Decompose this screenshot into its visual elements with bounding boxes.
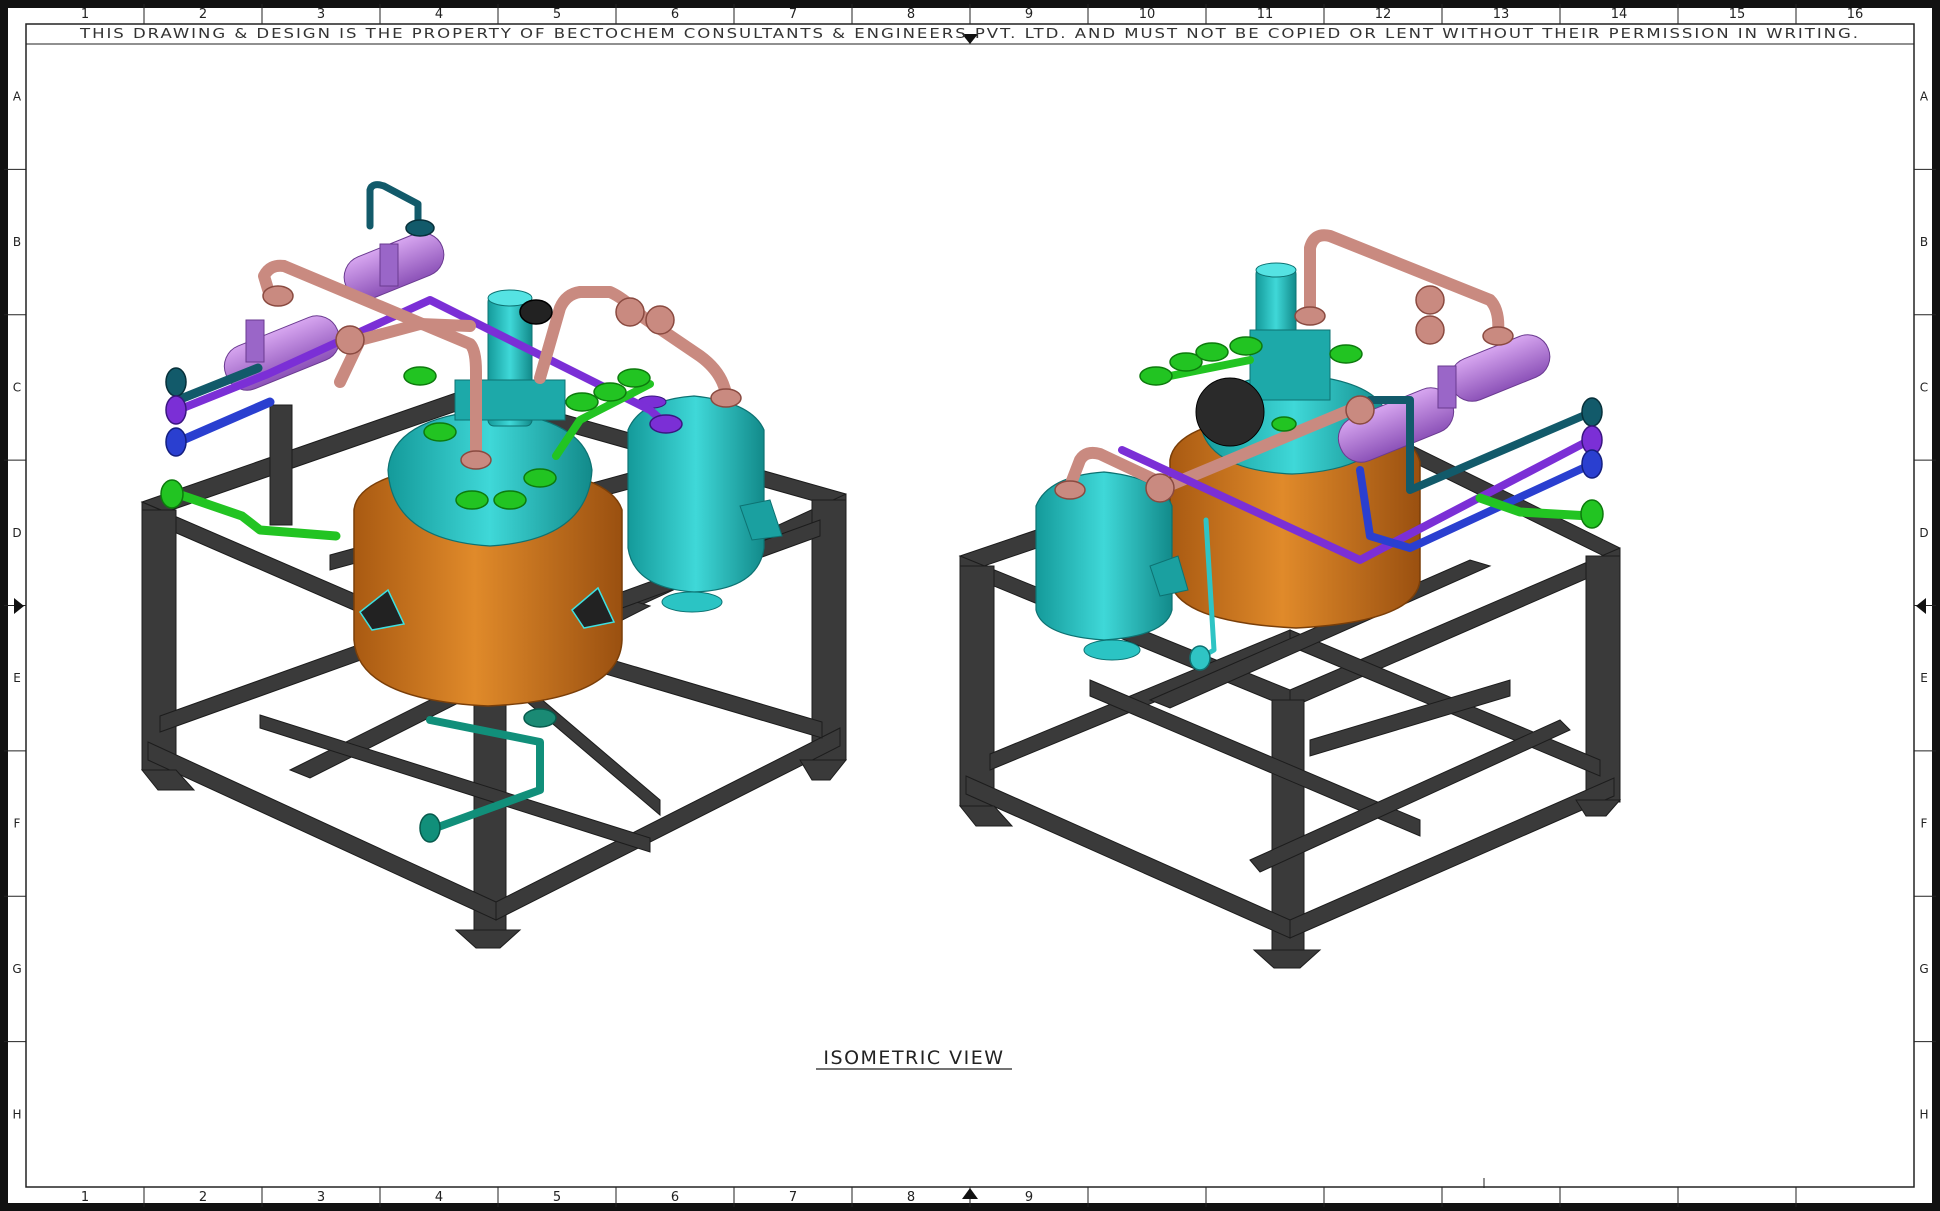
- row-label-right: G: [1919, 962, 1928, 976]
- view-label: ISOMETRIC VIEW: [823, 1047, 1004, 1069]
- row-label-left: G: [12, 962, 21, 976]
- column-label: 3: [317, 1190, 325, 1205]
- column-label: 1: [81, 7, 89, 22]
- column-label: 8: [907, 7, 915, 22]
- column-label: 13: [1493, 7, 1510, 22]
- row-label-left: B: [13, 235, 21, 249]
- row-label-right: E: [1920, 671, 1928, 685]
- column-label: 5: [553, 1190, 561, 1205]
- row-label-left: D: [12, 526, 21, 540]
- row-label-left: A: [13, 90, 22, 104]
- column-label: 7: [789, 1190, 797, 1205]
- center-mark-bottom: [962, 1188, 978, 1199]
- center-mark-left: [14, 598, 24, 614]
- row-label-right: D: [1919, 526, 1928, 540]
- column-label: 4: [435, 7, 443, 22]
- column-label: 15: [1729, 7, 1746, 22]
- column-label: 2: [199, 1190, 207, 1205]
- center-mark-right: [1916, 598, 1926, 614]
- column-label: 8: [907, 1190, 915, 1205]
- right-reactor-skid: [958, 229, 1622, 969]
- row-label-right: F: [1921, 817, 1928, 831]
- column-label: 10: [1139, 7, 1156, 22]
- row-label-right: B: [1920, 235, 1928, 249]
- column-label: 7: [789, 7, 797, 22]
- column-label: 5: [553, 7, 561, 22]
- column-label: 16: [1847, 7, 1864, 22]
- property-notice: THIS DRAWING & DESIGN IS THE PROPERTY OF…: [79, 26, 1860, 42]
- column-label: 2: [199, 7, 207, 22]
- row-label-right: C: [1920, 380, 1928, 394]
- column-label: 11: [1257, 7, 1274, 22]
- column-label: 9: [1025, 1190, 1033, 1205]
- row-label-left: F: [14, 817, 21, 831]
- row-label-left: C: [13, 380, 21, 394]
- column-label: 9: [1025, 7, 1033, 22]
- column-label: 3: [317, 7, 325, 22]
- row-label-right: H: [1919, 1107, 1928, 1121]
- column-label: 4: [435, 1190, 443, 1205]
- column-label: 12: [1375, 7, 1392, 22]
- row-label-left: H: [12, 1107, 21, 1121]
- row-label-left: E: [13, 671, 21, 685]
- column-label: 1: [81, 1190, 89, 1205]
- row-label-right: A: [1920, 90, 1929, 104]
- column-label: 6: [671, 1190, 679, 1205]
- column-label: 6: [671, 7, 679, 22]
- drawing-sheet: 1 2 3 4 5 6 7 8 9 10 11 12 13 14 15 16 123456789 A AB BC C…: [0, 0, 1940, 1211]
- column-label: 14: [1611, 7, 1628, 22]
- left-reactor-skid: [140, 181, 848, 949]
